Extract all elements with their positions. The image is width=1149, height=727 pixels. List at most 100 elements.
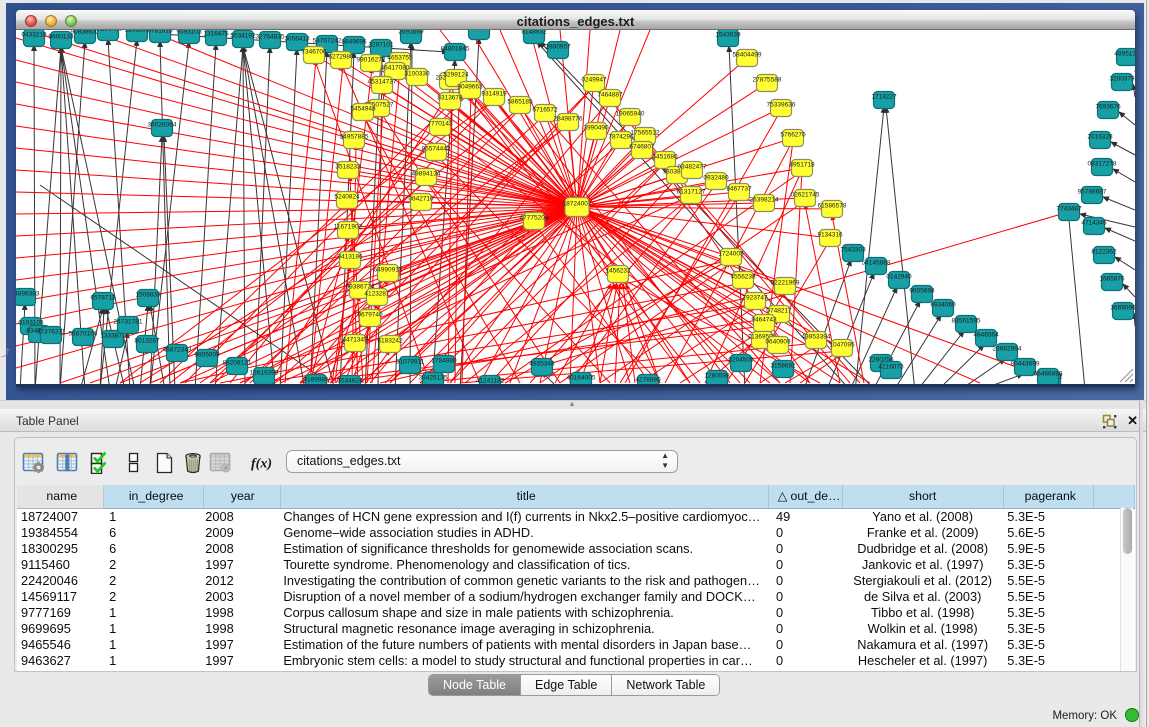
svg-text:80443699: 80443699 — [1011, 361, 1040, 368]
svg-text:8849696: 8849696 — [341, 39, 367, 46]
svg-text:7743487: 7743487 — [1056, 206, 1082, 213]
svg-text:5454948: 5454948 — [350, 106, 376, 113]
svg-text:1161559: 1161559 — [125, 30, 150, 34]
svg-text:6716572: 6716572 — [532, 107, 558, 114]
svg-text:8013267: 8013267 — [134, 338, 160, 345]
svg-text:6746807: 6746807 — [629, 144, 655, 151]
svg-text:1280598: 1280598 — [704, 373, 730, 380]
svg-text:8148932: 8148932 — [521, 30, 547, 36]
svg-text:4714345: 4714345 — [1081, 220, 1107, 227]
svg-text:0433218: 0433218 — [21, 32, 47, 39]
svg-text:46872343: 46872343 — [163, 347, 192, 354]
svg-text:4935348: 4935348 — [529, 361, 555, 368]
svg-text:8122362: 8122362 — [1091, 249, 1117, 256]
svg-text:5240824: 5240824 — [334, 194, 360, 201]
svg-text:9464743: 9464743 — [751, 317, 777, 324]
svg-text:7464887: 7464887 — [597, 92, 623, 99]
svg-text:19065940: 19065940 — [616, 111, 645, 118]
svg-text:5534192: 5534192 — [230, 33, 256, 40]
svg-text:54145868: 54145868 — [862, 260, 891, 267]
svg-text:7693676: 7693676 — [1095, 104, 1121, 111]
svg-text:9169985: 9169985 — [303, 377, 329, 384]
svg-text:9655698: 9655698 — [909, 288, 935, 295]
svg-text:0781618: 0781618 — [147, 30, 173, 35]
svg-text:23662994: 23662994 — [993, 346, 1022, 353]
svg-text:6183242: 6183242 — [377, 338, 403, 345]
svg-text:13619399: 13619399 — [250, 370, 279, 377]
svg-text:2016328: 2016328 — [1087, 134, 1113, 141]
svg-text:9134316: 9134316 — [817, 232, 843, 239]
svg-text:2784980: 2784980 — [431, 358, 457, 365]
svg-text:4846564: 4846564 — [973, 332, 999, 339]
svg-text:3056413: 3056413 — [284, 36, 310, 43]
svg-text:8951718: 8951718 — [789, 162, 815, 169]
svg-text:88208121: 88208121 — [223, 360, 252, 367]
svg-text:0748217: 0748217 — [766, 308, 792, 315]
svg-text:8467737: 8467737 — [726, 186, 752, 193]
svg-text:3158692: 3158692 — [770, 363, 796, 370]
svg-text:3287101: 3287101 — [368, 42, 394, 49]
svg-text:4627048: 4627048 — [466, 30, 492, 32]
svg-text:6934060: 6934060 — [930, 302, 956, 309]
svg-text:4556238: 4556238 — [730, 274, 756, 281]
svg-text:3518233: 3518233 — [335, 164, 361, 171]
svg-text:32764835: 32764835 — [256, 34, 285, 41]
svg-text:34957885: 34957885 — [340, 134, 369, 141]
svg-text:4471349: 4471349 — [342, 337, 368, 344]
svg-text:27875588: 27875588 — [753, 77, 782, 84]
svg-text:3990490: 3990490 — [583, 125, 609, 132]
svg-text:61317127: 61317127 — [677, 189, 706, 196]
svg-text:02621745: 02621745 — [791, 192, 820, 199]
svg-text:1724005: 1724005 — [718, 251, 744, 258]
svg-text:64990913: 64990913 — [374, 267, 403, 274]
svg-text:49894134: 49894134 — [412, 171, 441, 178]
svg-text:4895134: 4895134 — [1114, 51, 1135, 58]
svg-text:4653755: 4653755 — [387, 55, 413, 62]
svg-text:9314919: 9314919 — [481, 91, 507, 98]
svg-text:84801845: 84801845 — [441, 46, 470, 53]
svg-text:5865185: 5865185 — [507, 99, 533, 106]
svg-text:58404499: 58404499 — [733, 52, 762, 59]
svg-text:6578713: 6578713 — [90, 295, 116, 302]
svg-text:7923747: 7923747 — [742, 295, 768, 302]
svg-text:0932480: 0932480 — [703, 175, 729, 182]
svg-text:1509839: 1509839 — [135, 292, 161, 299]
svg-text:2880957: 2880957 — [545, 44, 571, 51]
svg-text:0640909: 0640909 — [765, 339, 791, 346]
svg-text:7543303: 7543303 — [840, 247, 866, 254]
svg-text:83561595: 83561595 — [952, 318, 981, 325]
svg-text:28498776: 28498776 — [554, 116, 583, 123]
svg-text:47775204: 47775204 — [520, 215, 549, 222]
svg-text:05466889: 05466889 — [1034, 371, 1063, 378]
svg-text:51079911: 51079911 — [396, 359, 425, 366]
svg-text:6204505: 6204505 — [728, 357, 754, 364]
svg-text:1665876: 1665876 — [1099, 276, 1125, 283]
svg-text:0249947: 0249947 — [581, 77, 607, 84]
svg-text:97376311: 97376311 — [37, 329, 66, 336]
svg-text:38425135: 38425135 — [419, 375, 448, 382]
svg-text:36026064: 36026064 — [148, 122, 177, 129]
svg-text:4216073: 4216073 — [878, 364, 904, 371]
svg-text:1047095: 1047095 — [829, 342, 855, 349]
svg-text:4278680: 4278680 — [635, 377, 661, 384]
svg-text:9049663: 9049663 — [457, 84, 483, 91]
svg-text:95798687: 95798687 — [1078, 189, 1107, 196]
svg-text:03482477: 03482477 — [678, 164, 707, 171]
svg-text:2691669: 2691669 — [398, 30, 424, 36]
svg-text:5299124: 5299124 — [443, 72, 469, 79]
svg-text:3100330: 3100330 — [404, 71, 430, 78]
svg-text:99016272: 99016272 — [357, 57, 386, 64]
svg-text:1718227: 1718227 — [871, 94, 897, 101]
svg-text:9413186: 9413186 — [337, 254, 363, 261]
svg-text:9593103: 9593103 — [176, 30, 202, 36]
svg-text:08317278: 08317278 — [1088, 161, 1117, 168]
svg-text:11671902: 11671902 — [334, 224, 363, 231]
svg-text:f(x): f(x) — [251, 457, 272, 472]
svg-text:3200379: 3200379 — [1109, 76, 1135, 83]
svg-text:43953394: 43953394 — [802, 334, 831, 341]
svg-text:85574443: 85574443 — [422, 146, 451, 153]
svg-text:8313678: 8313678 — [437, 95, 463, 102]
svg-text:53767242: 53767242 — [313, 38, 342, 45]
svg-text:40164005: 40164005 — [567, 375, 596, 382]
svg-text:5451680: 5451680 — [652, 154, 678, 161]
